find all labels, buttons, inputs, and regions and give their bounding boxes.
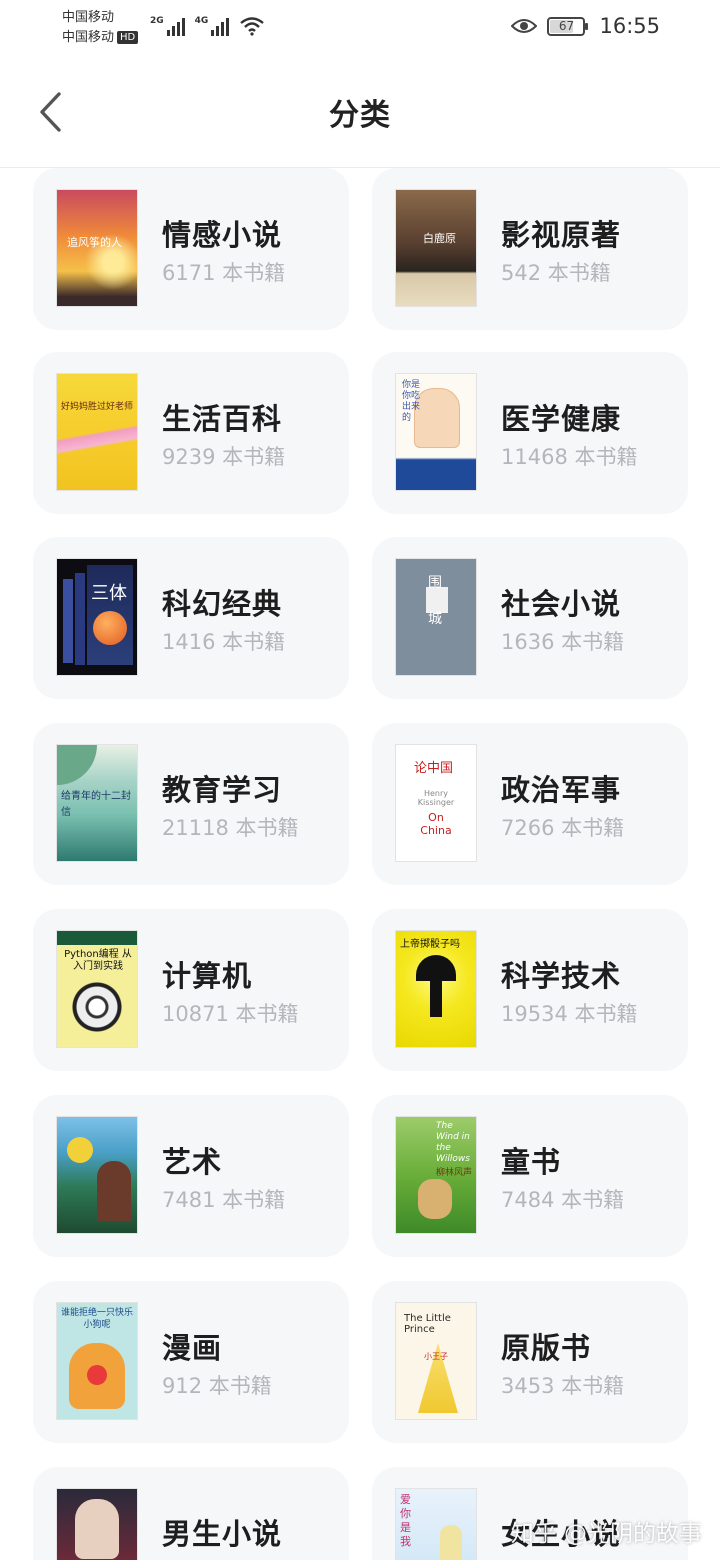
category-name: 教育学习 xyxy=(162,773,283,807)
book-cover: 论中国 Henry Kissinger On China xyxy=(395,744,477,862)
watermark: 知乎 @光阴的故事 xyxy=(510,1521,702,1547)
signal-2g-icon: 2G xyxy=(150,16,185,36)
book-cover: Python编程 从入门到实践 xyxy=(56,930,138,1048)
category-count: 21118 本书籍 xyxy=(162,816,299,840)
status-bar: 中国移动 中国移动 HD 2G 4G 67 16:55 xyxy=(0,0,720,56)
category-count: 7266 本书籍 xyxy=(501,816,625,840)
category-card-politics[interactable]: 论中国 Henry Kissinger On China 政治军事 7266 本… xyxy=(372,723,688,885)
category-card-society[interactable]: 围城 社会小说 1636 本书籍 xyxy=(372,537,688,699)
book-cover: 白鹿原 xyxy=(395,189,477,307)
category-grid: 追风筝的人 情感小说 6171 本书籍 白鹿原 影视原著 542 本书籍 好妈妈… xyxy=(0,168,720,1560)
category-card-education[interactable]: 给青年的十二封信 教育学习 21118 本书籍 xyxy=(33,723,349,885)
book-cover: 好妈妈胜过好老师 xyxy=(56,373,138,491)
book-cover: 追风筝的人 xyxy=(56,189,138,307)
category-count: 912 本书籍 xyxy=(162,1374,272,1398)
book-cover: 爱你是我 xyxy=(395,1488,477,1560)
category-card-children[interactable]: The Wind in the Willows 柳林风声 童书 7484 本书籍 xyxy=(372,1095,688,1257)
book-cover: The Little Prince 小王子 xyxy=(395,1302,477,1420)
book-cover xyxy=(56,1116,138,1234)
book-cover: 围城 xyxy=(395,558,477,676)
category-count: 11468 本书籍 xyxy=(501,445,638,469)
category-name: 艺术 xyxy=(162,1145,223,1179)
hd-badge: HD xyxy=(117,31,139,44)
category-card-original-books[interactable]: The Little Prince 小王子 原版书 3453 本书籍 xyxy=(372,1281,688,1443)
category-count: 19534 本书籍 xyxy=(501,1002,638,1026)
category-card-scifi[interactable]: 三体 科幻经典 1416 本书籍 xyxy=(33,537,349,699)
category-count: 1636 本书籍 xyxy=(501,630,625,654)
eye-comfort-icon xyxy=(511,19,538,33)
category-card-male-fiction[interactable]: 男生小说 xyxy=(33,1467,349,1560)
book-cover: 给青年的十二封信 xyxy=(56,744,138,862)
category-count: 9239 本书籍 xyxy=(162,445,286,469)
category-card-science[interactable]: 上帝掷骰子吗 科学技术 19534 本书籍 xyxy=(372,909,688,1071)
category-card-film-originals[interactable]: 白鹿原 影视原著 542 本书籍 xyxy=(372,168,688,330)
category-name: 原版书 xyxy=(501,1331,592,1365)
book-cover: 谁能拒绝一只快乐小狗呢 xyxy=(56,1302,138,1420)
category-name: 童书 xyxy=(501,1145,562,1179)
signal-indicators: 2G 4G xyxy=(150,16,265,36)
category-name: 科幻经典 xyxy=(162,587,283,621)
page-title: 分类 xyxy=(329,98,391,133)
category-name: 漫画 xyxy=(162,1331,223,1365)
category-name: 计算机 xyxy=(162,959,253,993)
category-name: 情感小说 xyxy=(162,218,283,252)
category-count: 1416 本书籍 xyxy=(162,630,286,654)
clock: 16:55 xyxy=(599,14,660,38)
book-cover xyxy=(56,1488,138,1560)
category-card-computer[interactable]: Python编程 从入门到实践 计算机 10871 本书籍 xyxy=(33,909,349,1071)
book-cover: 你是你吃出来的 xyxy=(395,373,477,491)
book-cover: 三体 xyxy=(56,558,138,676)
category-count: 6171 本书籍 xyxy=(162,261,286,285)
category-name: 社会小说 xyxy=(501,587,622,621)
category-count: 3453 本书籍 xyxy=(501,1374,625,1398)
category-count: 7481 本书籍 xyxy=(162,1188,286,1212)
category-count: 542 本书籍 xyxy=(501,261,611,285)
category-name: 科学技术 xyxy=(501,959,622,993)
category-card-medical[interactable]: 你是你吃出来的 医学健康 11468 本书籍 xyxy=(372,352,688,514)
category-card-emotion[interactable]: 追风筝的人 情感小说 6171 本书籍 xyxy=(33,168,349,330)
nav-header: 分类 xyxy=(0,56,720,168)
category-count: 10871 本书籍 xyxy=(162,1002,299,1026)
book-cover: 上帝掷骰子吗 xyxy=(395,930,477,1048)
book-cover: The Wind in the Willows 柳林风声 xyxy=(395,1116,477,1234)
category-name: 男生小说 xyxy=(162,1517,283,1551)
category-card-art[interactable]: 艺术 7481 本书籍 xyxy=(33,1095,349,1257)
category-name: 政治军事 xyxy=(501,773,622,807)
category-name: 医学健康 xyxy=(501,402,622,436)
category-card-comics[interactable]: 谁能拒绝一只快乐小狗呢 漫画 912 本书籍 xyxy=(33,1281,349,1443)
carrier-info: 中国移动 中国移动 HD xyxy=(62,8,139,48)
category-name: 影视原著 xyxy=(501,218,622,252)
carrier-1: 中国移动 xyxy=(62,10,115,25)
category-name: 生活百科 xyxy=(162,402,283,436)
wifi-icon xyxy=(240,17,265,36)
battery-icon: 67 xyxy=(547,16,589,36)
category-count: 7484 本书籍 xyxy=(501,1188,625,1212)
signal-4g-icon: 4G xyxy=(195,16,230,36)
carrier-2: 中国移动 xyxy=(62,30,115,45)
category-card-life[interactable]: 好妈妈胜过好老师 生活百科 9239 本书籍 xyxy=(33,352,349,514)
